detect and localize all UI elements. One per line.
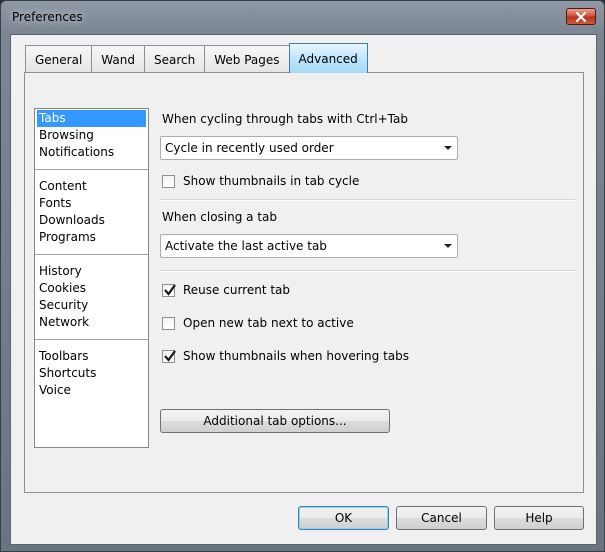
category-browsing[interactable]: Browsing <box>37 127 146 144</box>
cycling-label: When cycling through tabs with Ctrl+Tab <box>162 112 408 126</box>
thumbnails-cycle-label: Show thumbnails in tab cycle <box>183 174 360 188</box>
category-divider <box>35 254 148 255</box>
section-divider <box>160 270 575 272</box>
preferences-window: Preferences General Wand Search Web Page… <box>0 0 605 552</box>
category-security[interactable]: Security <box>37 297 146 314</box>
hover-thumbnails-checkbox[interactable] <box>162 349 176 363</box>
new-tab-next-label: Open new tab next to active <box>183 316 354 330</box>
chevron-down-icon <box>439 138 456 158</box>
reuse-tab-checkbox[interactable] <box>162 283 176 297</box>
new-tab-next-checkbox[interactable] <box>162 316 175 330</box>
closing-select-value: Activate the last active tab <box>165 239 327 253</box>
chevron-down-icon <box>439 236 456 256</box>
category-shortcuts[interactable]: Shortcuts <box>37 365 146 382</box>
category-fonts[interactable]: Fonts <box>37 195 146 212</box>
section-divider <box>160 199 575 201</box>
tab-wand[interactable]: Wand <box>91 45 145 73</box>
close-button[interactable] <box>566 8 596 25</box>
category-cookies[interactable]: Cookies <box>37 280 146 297</box>
tab-search[interactable]: Search <box>143 45 206 73</box>
category-list[interactable]: Tabs Browsing Notifications Content Font… <box>34 108 149 448</box>
closing-select[interactable]: Activate the last active tab <box>160 234 458 258</box>
close-icon <box>575 11 587 22</box>
help-button[interactable]: Help <box>494 506 584 530</box>
reuse-tab-label: Reuse current tab <box>183 283 291 297</box>
reuse-tab-option[interactable]: Reuse current tab <box>162 282 290 298</box>
cancel-button[interactable]: Cancel <box>396 506 487 530</box>
category-notifications[interactable]: Notifications <box>37 144 146 161</box>
advanced-panel: Tabs Browsing Notifications Content Font… <box>24 72 584 493</box>
cycling-select-value: Cycle in recently used order <box>165 141 334 155</box>
category-content[interactable]: Content <box>37 178 146 195</box>
thumbnails-cycle-option[interactable]: Show thumbnails in tab cycle <box>162 173 359 189</box>
checkmark-icon <box>164 349 176 362</box>
tab-general[interactable]: General <box>25 45 93 73</box>
category-voice[interactable]: Voice <box>37 382 146 399</box>
ok-button[interactable]: OK <box>298 506 389 530</box>
tab-advanced[interactable]: Advanced <box>288 43 368 73</box>
hover-thumbnails-option[interactable]: Show thumbnails when hovering tabs <box>162 348 409 364</box>
closing-label: When closing a tab <box>162 210 278 224</box>
category-group: Content Fonts Downloads Programs <box>35 178 148 246</box>
new-tab-next-option[interactable]: Open new tab next to active <box>162 315 354 331</box>
tab-strip: General Wand Search Web Pages Advanced <box>25 43 368 73</box>
category-group: Tabs Browsing Notifications <box>35 110 148 161</box>
category-group: History Cookies Security Network <box>35 263 148 331</box>
title-bar[interactable]: Preferences <box>1 1 604 35</box>
tab-web-pages[interactable]: Web Pages <box>204 45 290 73</box>
dialog-body: General Wand Search Web Pages Advanced T… <box>10 34 597 545</box>
category-tabs[interactable]: Tabs <box>37 110 146 127</box>
checkmark-icon <box>164 283 176 296</box>
category-divider <box>35 339 148 340</box>
cycling-select[interactable]: Cycle in recently used order <box>160 136 458 160</box>
hover-thumbnails-label: Show thumbnails when hovering tabs <box>183 349 409 363</box>
category-network[interactable]: Network <box>37 314 146 331</box>
thumbnails-cycle-checkbox[interactable] <box>162 174 175 188</box>
category-divider <box>35 169 148 170</box>
category-programs[interactable]: Programs <box>37 229 146 246</box>
additional-tab-options-button[interactable]: Additional tab options... <box>160 409 390 433</box>
category-downloads[interactable]: Downloads <box>37 212 146 229</box>
window-title: Preferences <box>12 10 83 24</box>
category-toolbars[interactable]: Toolbars <box>37 348 146 365</box>
category-group: Toolbars Shortcuts Voice <box>35 348 148 399</box>
category-history[interactable]: History <box>37 263 146 280</box>
